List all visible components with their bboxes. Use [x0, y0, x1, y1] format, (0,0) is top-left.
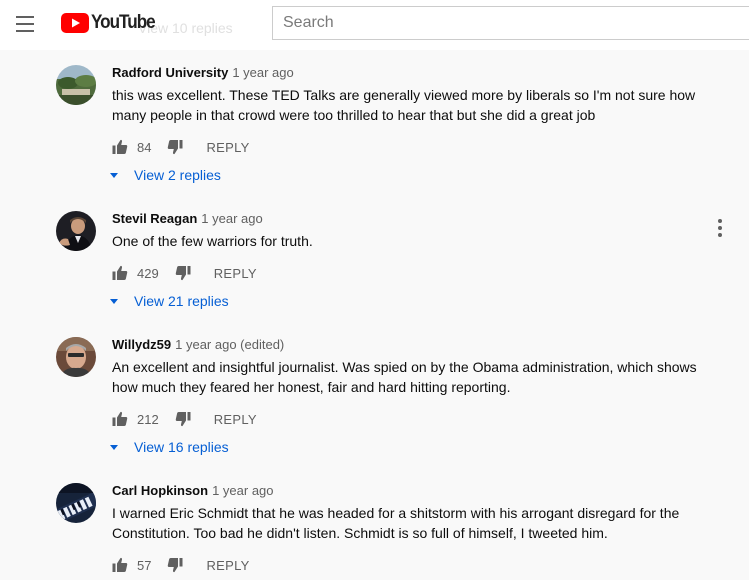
- view-replies-label: View 16 replies: [134, 439, 229, 455]
- comment-actions: 429 REPLY: [112, 263, 257, 283]
- comment-author[interactable]: Carl Hopkinson: [112, 483, 208, 498]
- like-count: 212: [137, 411, 159, 427]
- view-replies-label: View 21 replies: [134, 293, 229, 309]
- view-replies-button[interactable]: View 2 replies: [110, 165, 221, 185]
- comment-text: I warned Eric Schmidt that he was headed…: [112, 505, 680, 541]
- comment-thread: Radford University 1 year ago this was ex…: [0, 65, 749, 193]
- logo-text: YouTube: [91, 12, 156, 33]
- thumbs-up-icon[interactable]: [112, 411, 128, 427]
- like-count: 429: [137, 265, 159, 281]
- comment-header: Carl Hopkinson 1 year ago: [112, 483, 274, 499]
- thumbs-down-icon[interactable]: [167, 557, 183, 573]
- caret-down-icon: [110, 298, 118, 304]
- comment-header: Stevil Reagan 1 year ago: [112, 211, 263, 227]
- thumbs-up-icon[interactable]: [112, 139, 128, 155]
- comment-text: One of the few warriors for truth.: [112, 233, 313, 249]
- view-replies-button[interactable]: View 21 replies: [110, 291, 229, 311]
- thumbs-down-icon[interactable]: [175, 411, 191, 427]
- thumbs-down-icon[interactable]: [175, 265, 191, 281]
- avatar[interactable]: [56, 483, 96, 523]
- comment-actions: 57 REPLY: [112, 555, 250, 575]
- more-actions-icon[interactable]: [717, 219, 723, 237]
- thumbs-down-icon[interactable]: [167, 139, 183, 155]
- thumbs-up-icon[interactable]: [112, 557, 128, 573]
- like-count: 84: [137, 139, 152, 155]
- comment-header: Radford University 1 year ago: [112, 65, 294, 81]
- comment-text: An excellent and insightful journalist. …: [112, 359, 697, 395]
- comment-header: Willydz59 1 year ago (edited): [112, 337, 284, 353]
- comment-author[interactable]: Willydz59: [112, 337, 171, 352]
- avatar[interactable]: [56, 337, 96, 377]
- comment-actions: 212 REPLY: [112, 409, 257, 429]
- avatar[interactable]: [56, 211, 96, 251]
- like-count: 57: [137, 557, 152, 573]
- reply-button[interactable]: REPLY: [206, 558, 249, 573]
- caret-down-icon: [110, 444, 118, 450]
- reply-button[interactable]: REPLY: [214, 266, 257, 281]
- search-input[interactable]: [272, 6, 749, 40]
- comment-text: this was excellent. These TED Talks are …: [112, 87, 696, 123]
- menu-icon[interactable]: [14, 15, 36, 33]
- comment-author[interactable]: Radford University: [112, 65, 228, 80]
- view-replies-button[interactable]: View 16 replies: [110, 437, 229, 457]
- comment-thread: Willydz59 1 year ago (edited) An excellen…: [0, 337, 749, 467]
- comment-time[interactable]: 1 year ago: [212, 483, 273, 498]
- comment-actions: 84 REPLY: [112, 137, 250, 157]
- reply-button[interactable]: REPLY: [206, 140, 249, 155]
- avatar[interactable]: [56, 65, 96, 105]
- comment-thread: Carl Hopkinson 1 year ago I warned Eric S…: [0, 483, 749, 580]
- reply-button[interactable]: REPLY: [214, 412, 257, 427]
- comment-time[interactable]: 1 year ago: [232, 65, 293, 80]
- caret-down-icon: [110, 172, 118, 178]
- comment-time[interactable]: 1 year ago (edited): [175, 337, 284, 352]
- masthead: View 10 replies YouTube: [0, 0, 749, 50]
- youtube-play-icon: [61, 13, 89, 33]
- comment-time[interactable]: 1 year ago: [201, 211, 262, 226]
- view-replies-label: View 2 replies: [134, 167, 221, 183]
- youtube-logo[interactable]: YouTube: [61, 12, 162, 34]
- comment-thread: Stevil Reagan 1 year ago One of the few w…: [0, 211, 749, 321]
- thumbs-up-icon[interactable]: [112, 265, 128, 281]
- comment-author[interactable]: Stevil Reagan: [112, 211, 197, 226]
